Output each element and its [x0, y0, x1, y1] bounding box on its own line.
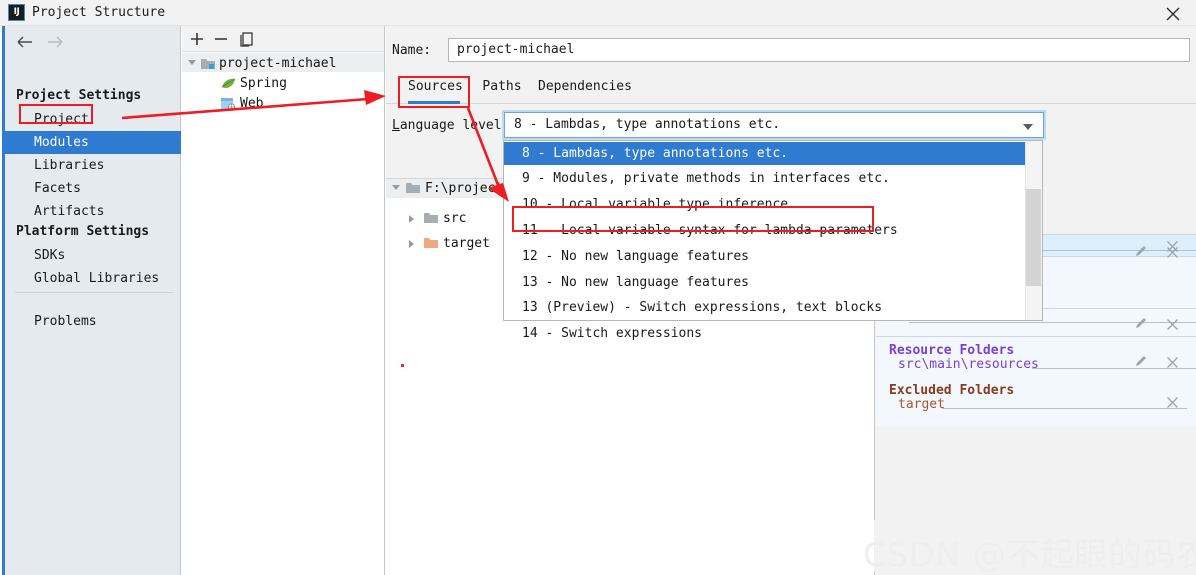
pencil-edit-icon — [1136, 356, 1146, 366]
minus-icon — [215, 38, 227, 40]
language-level-dropdown: 8 - Lambdas, type annotations etc. 9 - M… — [503, 140, 1043, 341]
remove-resource-folder-button[interactable] — [1166, 354, 1179, 368]
copy-module-button[interactable] — [237, 29, 257, 49]
language-level-label: Language level: — [392, 118, 510, 133]
tree-row-label: project-michael — [219, 56, 337, 71]
dropdown-option[interactable]: 13 - No new language features — [504, 271, 1025, 294]
sidebar-item-project[interactable]: Project — [5, 108, 181, 131]
dropdown-scrollbar[interactable] — [1025, 141, 1042, 320]
resource-folders-heading: Resource Folders — [889, 343, 1015, 358]
spring-leaf-icon — [221, 78, 236, 89]
remove-module-button[interactable] — [211, 29, 231, 49]
folder-gray-icon — [406, 183, 420, 193]
folder-orange-icon — [424, 238, 438, 248]
dropdown-scrollbar-thumb[interactable] — [1026, 189, 1041, 286]
expand-triangle-icon[interactable] — [409, 215, 414, 223]
tree-row[interactable]: Spring — [182, 74, 384, 93]
chevron-down-icon[interactable] — [1023, 124, 1033, 130]
tree-row-label: src — [443, 211, 467, 226]
remove-folder-button[interactable] — [1166, 316, 1179, 330]
remove-folder-button[interactable] — [1166, 244, 1179, 258]
close-x-icon — [1167, 357, 1178, 368]
folder-gray-icon — [424, 213, 438, 223]
dropdown-option[interactable]: 14 - Switch expressions — [504, 322, 1025, 345]
close-icon — [1166, 7, 1180, 21]
dropdown-option[interactable]: 10 - Local variable type inference — [504, 193, 1025, 216]
language-level-combobox[interactable]: 8 - Lambdas, type annotations etc. — [502, 110, 1046, 140]
plus-icon — [191, 33, 203, 45]
close-x-icon — [1167, 319, 1178, 330]
intellij-idea-icon: IJ — [8, 4, 25, 21]
window-title: Project Structure — [32, 5, 166, 20]
edit-folder-button[interactable] — [1134, 315, 1148, 329]
add-module-button[interactable] — [187, 29, 207, 49]
sidebar-divider — [15, 292, 173, 293]
dropdown-option[interactable]: 11 - Local variable syntax for lambda pa… — [504, 219, 1025, 242]
tree-row-label: Spring — [240, 76, 287, 91]
cursor-artifact-dot — [401, 364, 404, 367]
sidebar-group-project-settings: Project Settings — [16, 88, 142, 103]
modules-toolbar — [182, 26, 384, 52]
tree-row[interactable]: project-michael — [182, 54, 384, 73]
back-arrow-icon[interactable] — [15, 32, 35, 52]
dropdown-option[interactable]: 12 - No new language features — [504, 245, 1025, 268]
settings-sidebar: Project Settings Platform Settings Proje… — [5, 26, 181, 575]
resource-folder-path: src\main\resources — [898, 357, 1039, 372]
pencil-edit-icon — [1136, 246, 1146, 256]
detail-rule — [942, 408, 1187, 409]
excluded-folders-heading: Excluded Folders — [889, 383, 1015, 398]
edit-folder-button[interactable] — [1134, 243, 1148, 257]
expand-triangle-icon[interactable] — [409, 240, 414, 248]
module-folder-icon — [201, 59, 215, 69]
language-level-value: 8 - Lambdas, type annotations etc. — [514, 117, 781, 132]
close-x-icon — [1167, 397, 1178, 408]
watermark: CSDN @不起眼的码农 — [863, 535, 1196, 574]
sidebar-item-global-libraries[interactable]: Global Libraries — [5, 267, 181, 290]
edit-resource-folder-button[interactable] — [1134, 353, 1148, 367]
remove-excluded-folder-button[interactable] — [1166, 394, 1179, 408]
sidebar-item-modules[interactable]: Modules — [5, 131, 181, 154]
expand-triangle-icon[interactable] — [188, 60, 196, 65]
sidebar-item-artifacts[interactable]: Artifacts — [5, 200, 181, 223]
navigation-arrows — [13, 28, 83, 54]
tree-row-label: target — [443, 236, 490, 251]
close-window-button[interactable] — [1150, 0, 1196, 26]
module-name-input[interactable]: project-michael — [448, 38, 1190, 62]
sidebar-item-libraries[interactable]: Libraries — [5, 154, 181, 177]
sidebar-item-sdks[interactable]: SDKs — [5, 244, 181, 267]
sidebar-item-facets[interactable]: Facets — [5, 177, 181, 200]
copy-icon — [240, 32, 253, 47]
tree-row[interactable]: Web — [182, 94, 384, 113]
expand-triangle-icon[interactable] — [392, 185, 400, 190]
sidebar-group-platform-settings: Platform Settings — [16, 224, 150, 239]
tree-row-label: Web — [240, 96, 264, 111]
pencil-edit-icon — [1136, 318, 1146, 328]
tab-sources[interactable]: Sources — [408, 72, 463, 104]
modules-tree-panel: project-michael Spring Web — [182, 26, 385, 575]
dropdown-option[interactable]: 13 (Preview) - Switch expressions, text … — [504, 296, 1025, 319]
tab-paths[interactable]: Paths — [482, 72, 522, 104]
dropdown-option[interactable]: 8 - Lambdas, type annotations etc. — [504, 142, 1025, 165]
project-structure-dialog: IJ Project Structure Project Settings Pl… — [0, 0, 1196, 575]
name-label: Name: — [392, 43, 432, 58]
module-tabs: Sources Paths Dependencies — [386, 72, 1196, 104]
web-facet-icon — [221, 98, 236, 111]
dropdown-option[interactable]: 9 - Modules, private methods in interfac… — [504, 167, 1025, 190]
tab-dependencies[interactable]: Dependencies — [537, 72, 633, 104]
close-x-icon — [1167, 247, 1178, 258]
sidebar-item-problems[interactable]: Problems — [5, 310, 181, 333]
excluded-folder-path: target — [898, 397, 945, 412]
forward-arrow-icon[interactable] — [45, 32, 65, 52]
title-bar: IJ Project Structure — [0, 0, 1196, 26]
